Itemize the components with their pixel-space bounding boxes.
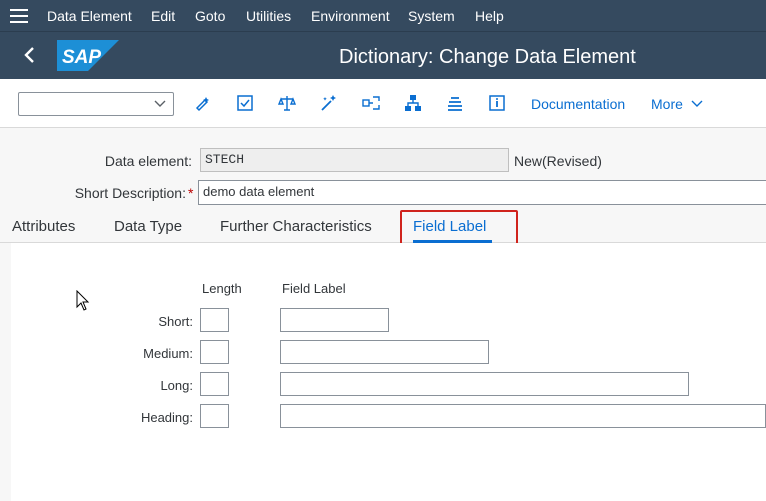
field-label-panel: Length Field Label Short: Medium: Long: … [11,243,766,501]
menu-data-element[interactable]: Data Element [47,7,132,25]
sap-logo: SAP [57,40,119,71]
activate-icon[interactable] [277,93,297,113]
chevron-down-icon [691,100,703,107]
tab-strip: Attributes Data Type Further Characteris… [0,210,766,243]
short-row-label: Short: [158,314,193,329]
short-description-label: Short Description: [74,185,186,201]
medium-label-input[interactable] [280,340,489,364]
short-description-input[interactable]: demo data element [198,180,766,205]
status-text: New(Revised) [514,153,602,169]
data-element-label: Data element: [104,153,192,169]
application-toolbar: Documentation More [0,79,766,128]
data-element-field: STECH [200,148,509,172]
object-list-icon[interactable] [445,93,465,113]
menu-goto[interactable]: Goto [195,7,225,25]
tab-further-characteristics[interactable]: Further Characteristics [220,218,372,235]
short-length-input[interactable] [200,308,229,332]
menu-bar: Data Element Edit Goto Utilities Environ… [0,0,766,32]
menu-utilities[interactable]: Utilities [246,7,291,25]
more-label: More [651,96,683,112]
menu-environment[interactable]: Environment [311,7,390,25]
menu-edit[interactable]: Edit [151,7,175,25]
tab-attributes[interactable]: Attributes [12,218,75,235]
heading-label-input[interactable] [280,404,766,428]
tab-data-type[interactable]: Data Type [114,218,182,235]
length-column-header: Length [202,281,242,296]
heading-row-label: Heading: [140,410,193,425]
hierarchy-icon[interactable] [403,93,423,113]
more-button[interactable]: More [651,96,703,113]
page-title: Dictionary: Change Data Element [339,46,636,68]
documentation-button[interactable]: Documentation [531,96,625,113]
long-label-input[interactable] [280,372,689,396]
hamburger-menu-icon[interactable] [10,9,28,23]
check-icon[interactable] [235,93,255,113]
medium-row-label: Medium: [143,346,193,361]
content-area: Data element: STECH New(Revised) Short D… [0,128,766,501]
where-used-icon[interactable] [361,93,381,113]
mouse-cursor-icon [76,290,90,311]
command-field-select[interactable] [18,92,174,116]
info-icon[interactable] [487,93,507,113]
long-length-input[interactable] [200,372,229,396]
required-asterisk: * [188,185,194,201]
field-label-column-header: Field Label [282,281,346,296]
long-row-label: Long: [160,378,193,393]
menu-system[interactable]: System [408,7,455,25]
short-label-input[interactable] [280,308,389,332]
sap-logo-text: SAP [62,47,101,68]
chevron-down-icon [154,100,166,107]
menu-help[interactable]: Help [475,7,504,25]
back-icon[interactable] [20,44,40,66]
shell-bar: SAP Dictionary: Change Data Element [0,32,766,79]
display-change-icon[interactable] [194,93,214,113]
heading-length-input[interactable] [200,404,229,428]
medium-length-input[interactable] [200,340,229,364]
magic-wand-icon[interactable] [319,93,339,113]
